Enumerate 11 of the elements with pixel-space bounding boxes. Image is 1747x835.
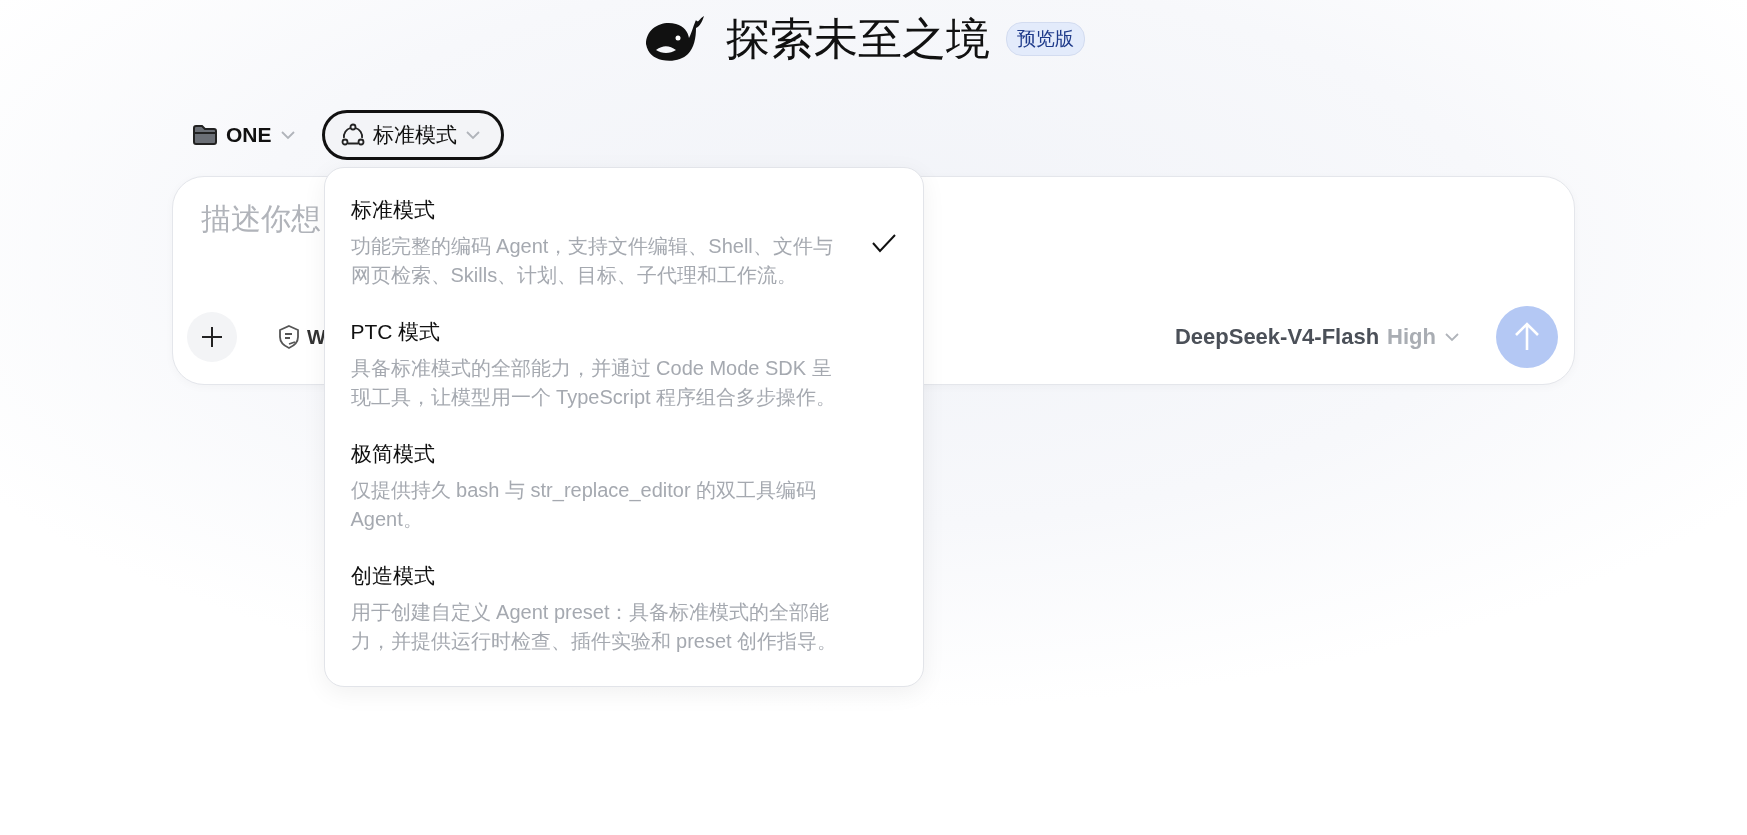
menu-item-description: 具备标准模式的全部能力，并通过 Code Mode SDK 呈现工具，让模型用一个 TypeScript 程序组合多步操作。 [350,356,838,410]
prompt-placeholder: 描述你想 [201,201,321,237]
menu-item-title: PTC 模式 [350,319,442,345]
menu-item-description: 用于创建自定义 Agent preset：具备标准模式的全部能力，并提供运行时检查、插件实验和 preset 创作指导。 [350,600,839,654]
menu-item-title: 创造模式 [350,563,436,589]
menu-item-description: 仅提供持久 bash 与 str_replace_editor 的双工具编码 Agent。 [350,478,818,532]
menu-item-title: 标准模式 [350,197,436,223]
menu-item-title: 极简模式 [350,441,436,467]
preview-badge: 预览版 [1006,22,1085,56]
menu-item-description: 功能完整的编码 Agent，支持文件编辑、Shell、文件与网页检索、Skills、计划、目标、子代理和工作流。 [350,234,834,288]
page-title: 探索未至之境 [726,12,990,65]
